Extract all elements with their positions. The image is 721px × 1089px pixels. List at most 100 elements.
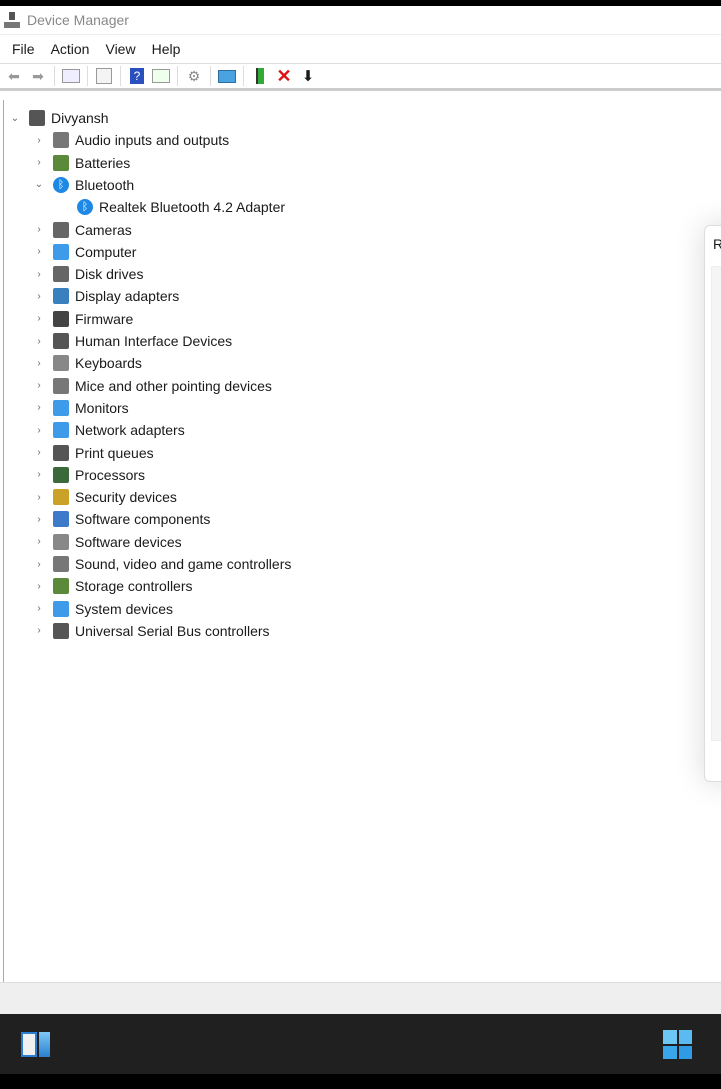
tree-item-label: Divyansh	[51, 110, 109, 126]
monitor-icon	[53, 243, 69, 260]
dialog-title: R	[713, 236, 721, 252]
bluetooth-icon: ᛒ	[53, 176, 69, 193]
hid-icon	[53, 333, 69, 349]
expand-chevron-icon[interactable]: ›	[33, 469, 45, 480]
collapse-chevron-icon[interactable]: ⌄	[33, 179, 45, 190]
device-manager-window: Device Manager File Action View Help ⬅ ➡…	[0, 6, 721, 1014]
action-pane-icon[interactable]	[151, 67, 171, 85]
expand-chevron-icon[interactable]: ›	[33, 581, 45, 592]
menu-action[interactable]: Action	[43, 41, 98, 57]
expand-chevron-icon[interactable]: ›	[33, 447, 45, 458]
component-icon	[53, 511, 69, 528]
tree-item[interactable]: › Security devices	[33, 486, 177, 508]
disable-icon[interactable]: ⬇	[298, 67, 318, 85]
menu-view[interactable]: View	[97, 41, 143, 57]
printer-icon	[53, 444, 69, 461]
tree-item[interactable]: › Firmware	[33, 308, 133, 330]
properties-icon[interactable]	[94, 67, 114, 85]
computer-icon	[29, 110, 45, 126]
tree-item-label: Computer	[75, 243, 137, 260]
start-icon[interactable]	[663, 1030, 692, 1059]
tree-root[interactable]: ⌄ Divyansh	[9, 107, 109, 129]
tree-item-label: Print queues	[75, 444, 154, 461]
tree-item[interactable]: › Cameras	[33, 219, 132, 241]
window-title: Device Manager	[27, 12, 129, 28]
tree-item-label: Bluetooth	[75, 176, 135, 193]
expand-chevron-icon[interactable]: ›	[33, 402, 45, 413]
tree-item-label: Human Interface Devices	[75, 333, 233, 349]
menu-file[interactable]: File	[4, 41, 43, 57]
expand-chevron-icon[interactable]: ›	[33, 514, 45, 525]
tree-item[interactable]: › Disk drives	[33, 263, 143, 285]
tree-item[interactable]: › Batteries	[33, 152, 130, 174]
tree-item[interactable]: › Storage controllers	[33, 575, 193, 597]
tree-item[interactable]: › Human Interface Devices	[33, 330, 232, 352]
tree-item[interactable]: › Monitors	[33, 397, 129, 419]
scan-hardware-icon[interactable]	[217, 67, 237, 85]
expand-chevron-icon[interactable]: ›	[33, 603, 45, 614]
tree-item[interactable]: › Audio inputs and outputs	[33, 129, 229, 151]
enable-device-icon[interactable]	[250, 67, 270, 85]
expand-chevron-icon[interactable]: ›	[33, 625, 45, 636]
expand-chevron-icon[interactable]: ›	[33, 425, 45, 436]
help-icon[interactable]: ?	[127, 67, 147, 85]
tree-item-label: Mice and other pointing devices	[75, 377, 272, 394]
tree-item[interactable]: › System devices	[33, 598, 173, 620]
expand-chevron-icon[interactable]: ›	[33, 246, 45, 257]
expand-chevron-icon[interactable]: ›	[33, 536, 45, 547]
usb-icon	[53, 622, 69, 639]
uninstall-icon[interactable]: ✕	[274, 66, 294, 86]
tree-item[interactable]: › Network adapters	[33, 419, 185, 441]
tree-item-label: System devices	[75, 600, 174, 617]
tree-item-label: Universal Serial Bus controllers	[75, 622, 270, 639]
back-icon[interactable]: ⬅	[4, 67, 24, 85]
tree-item[interactable]: › Computer	[33, 241, 136, 263]
taskbar	[0, 1014, 721, 1074]
tree-child-item[interactable]: ᛒ Realtek Bluetooth 4.2 Adapter	[57, 196, 285, 218]
tree-item[interactable]: › Universal Serial Bus controllers	[33, 620, 270, 642]
tree-item-label: Storage controllers	[75, 578, 193, 595]
tree-item[interactable]: › Processors	[33, 464, 145, 486]
forward-icon[interactable]: ➡	[28, 67, 48, 85]
expand-chevron-icon[interactable]: ›	[33, 313, 45, 324]
expand-chevron-icon[interactable]: ›	[33, 380, 45, 391]
menu-help[interactable]: Help	[144, 41, 189, 57]
speaker-icon	[53, 132, 69, 149]
tree-item[interactable]: › Print queues	[33, 442, 154, 464]
tree-item-label: Firmware	[75, 310, 134, 327]
chip-icon	[53, 310, 69, 327]
device-manager-icon	[4, 12, 20, 28]
disk-icon	[53, 266, 69, 283]
tree-item[interactable]: › Sound, video and game controllers	[33, 553, 291, 575]
expand-chevron-icon[interactable]: ›	[33, 135, 45, 146]
bluetooth-icon: ᛒ	[77, 199, 93, 216]
expand-chevron-icon[interactable]: ›	[33, 291, 45, 302]
display-icon	[53, 288, 69, 305]
tree-item-label: Audio inputs and outputs	[75, 132, 230, 149]
tree-item-label: Realtek Bluetooth 4.2 Adapter	[99, 199, 286, 216]
title-bar: Device Manager	[0, 6, 721, 34]
tree-item[interactable]: › Display adapters	[33, 285, 179, 307]
tree-item[interactable]: › Software devices	[33, 531, 182, 553]
tree-item[interactable]: › Mice and other pointing devices	[33, 375, 272, 397]
update-driver-icon[interactable]: ⚙	[184, 67, 204, 85]
tree-item-label: Sound, video and game controllers	[75, 556, 292, 572]
tree-item-label: Cameras	[75, 221, 132, 238]
collapse-chevron-icon[interactable]: ⌄	[9, 113, 21, 124]
tree-item[interactable]: › Keyboards	[33, 352, 142, 374]
widgets-icon[interactable]	[21, 1032, 50, 1057]
expand-chevron-icon[interactable]: ›	[33, 157, 45, 168]
tree-item[interactable]: › Software components	[33, 508, 210, 530]
expand-chevron-icon[interactable]: ›	[33, 336, 45, 347]
show-hide-console-tree-icon[interactable]	[61, 67, 81, 85]
expand-chevron-icon[interactable]: ›	[33, 358, 45, 369]
expand-chevron-icon[interactable]: ›	[33, 269, 45, 280]
expand-chevron-icon[interactable]: ›	[33, 224, 45, 235]
tree-item[interactable]: ⌄ ᛒ Bluetooth	[33, 174, 134, 196]
tree-item-label: Processors	[75, 466, 146, 483]
expand-chevron-icon[interactable]: ›	[33, 559, 45, 570]
expand-chevron-icon[interactable]: ›	[33, 492, 45, 503]
tree-item-label: Display adapters	[75, 288, 180, 305]
tree-item-label: Batteries	[75, 154, 131, 171]
dialog-window[interactable]: R	[704, 225, 721, 782]
